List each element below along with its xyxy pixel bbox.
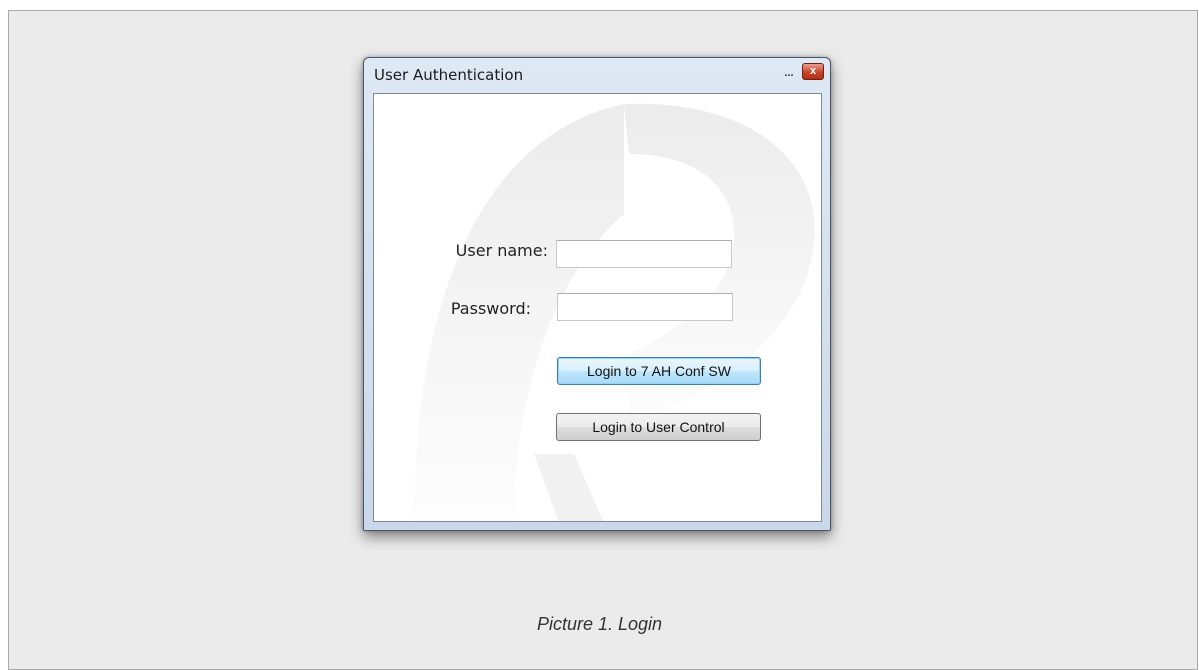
close-icon[interactable]: x [802,63,824,80]
figure-caption: Picture 1. Login [536,614,663,634]
login-dialog: User Authentication ... x User name: Pas… [363,57,831,531]
dialog-client-area: User name: Password: Login to 7 AH Conf … [373,93,822,522]
password-label: Password: [450,299,531,318]
password-field[interactable] [557,293,733,321]
login-user-control-button[interactable]: Login to User Control [556,413,761,441]
login-conf-sw-button[interactable]: Login to 7 AH Conf SW [557,357,761,385]
minimize-icon[interactable]: ... [782,66,796,80]
title-bar[interactable]: User Authentication ... x [364,58,830,92]
username-label: User name: [455,241,548,260]
username-field[interactable] [556,240,732,268]
window-title: User Authentication [374,66,524,84]
